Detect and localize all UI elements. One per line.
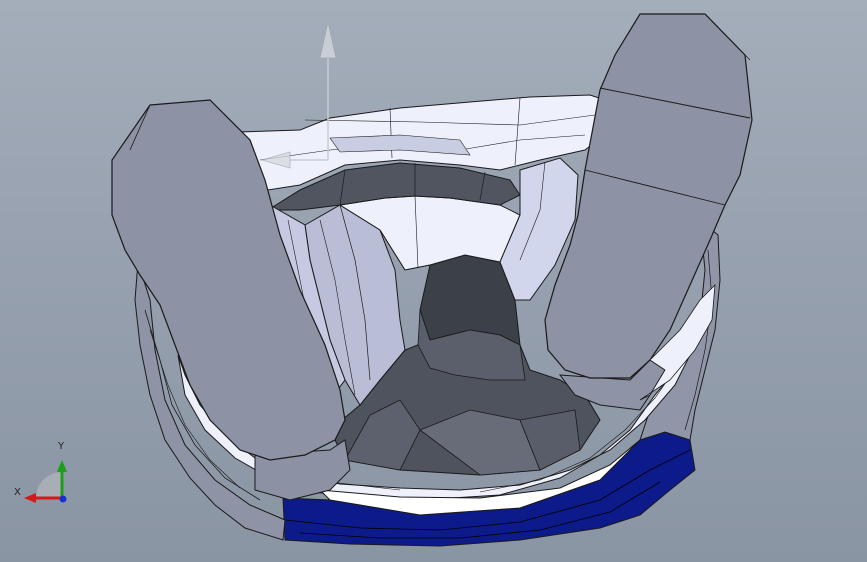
graphics-viewport[interactable]: X Y — [0, 0, 867, 562]
3d-model-view[interactable] — [0, 0, 867, 562]
triad-origin-sector-icon — [36, 472, 62, 498]
reference-triad[interactable] — [24, 460, 67, 503]
triad-x-arrow-icon — [24, 493, 36, 503]
triad-y-arrow-icon — [57, 460, 67, 472]
triad-x-label: X — [14, 487, 21, 498]
triad-y-label: Y — [58, 441, 65, 452]
triad-z-axis-icon — [59, 495, 67, 503]
